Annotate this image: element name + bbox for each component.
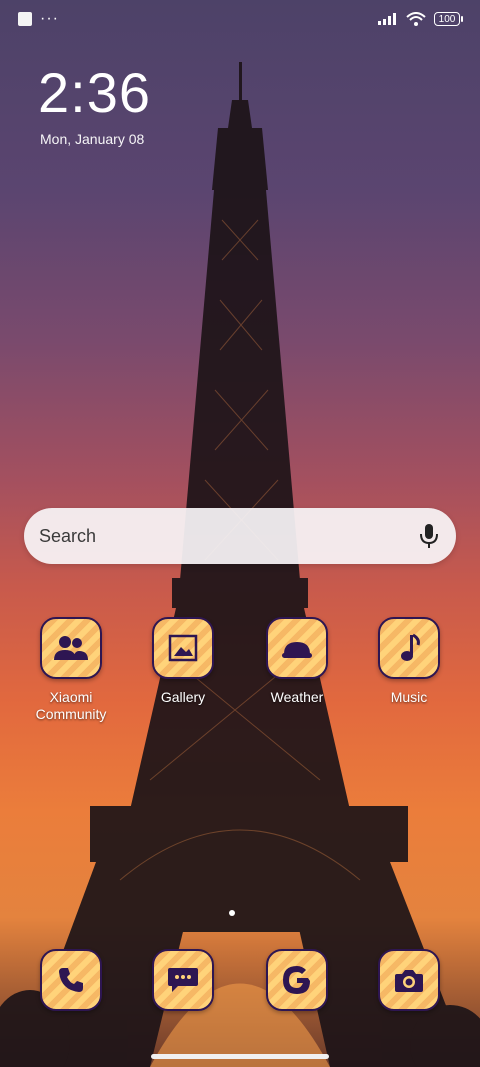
search-placeholder: Search [39,526,97,546]
dock-phone[interactable] [16,949,126,1011]
app-label: Weather [270,689,324,705]
more-dots-icon: ··· [40,10,59,27]
gesture-nav-bar[interactable] [151,1054,329,1059]
music-note-icon [378,617,440,679]
app-weather[interactable]: Weather [242,617,352,706]
app-label: Music [390,689,428,705]
camera-icon [378,949,440,1011]
app-label: Xiaomi Community [35,689,107,722]
phone-icon [40,949,102,1011]
clock-time[interactable]: 2:36 [38,60,151,125]
app-xiaomi-community[interactable]: Xiaomi Community [16,617,126,723]
message-icon [152,949,214,1011]
battery-icon: 100 [434,12,463,26]
wifi-icon [406,12,426,26]
search-bar[interactable]: Search [24,508,456,564]
square-notification-icon [18,12,32,26]
dock-google[interactable] [242,949,352,1011]
page-indicator [229,910,235,916]
cloud-sun-icon [266,617,328,679]
clock-date[interactable]: Mon, January 08 [40,131,144,147]
app-label: Gallery [160,689,206,705]
picture-icon [152,617,214,679]
google-icon [266,949,328,1011]
dock-camera[interactable] [354,949,464,1011]
status-bar: ··· 100 [0,0,480,44]
microphone-icon[interactable] [418,522,440,550]
app-gallery[interactable]: Gallery [128,617,238,706]
dock-messages[interactable] [128,949,238,1011]
people-icon [40,617,102,679]
signal-icon [378,13,396,25]
app-music[interactable]: Music [354,617,464,706]
